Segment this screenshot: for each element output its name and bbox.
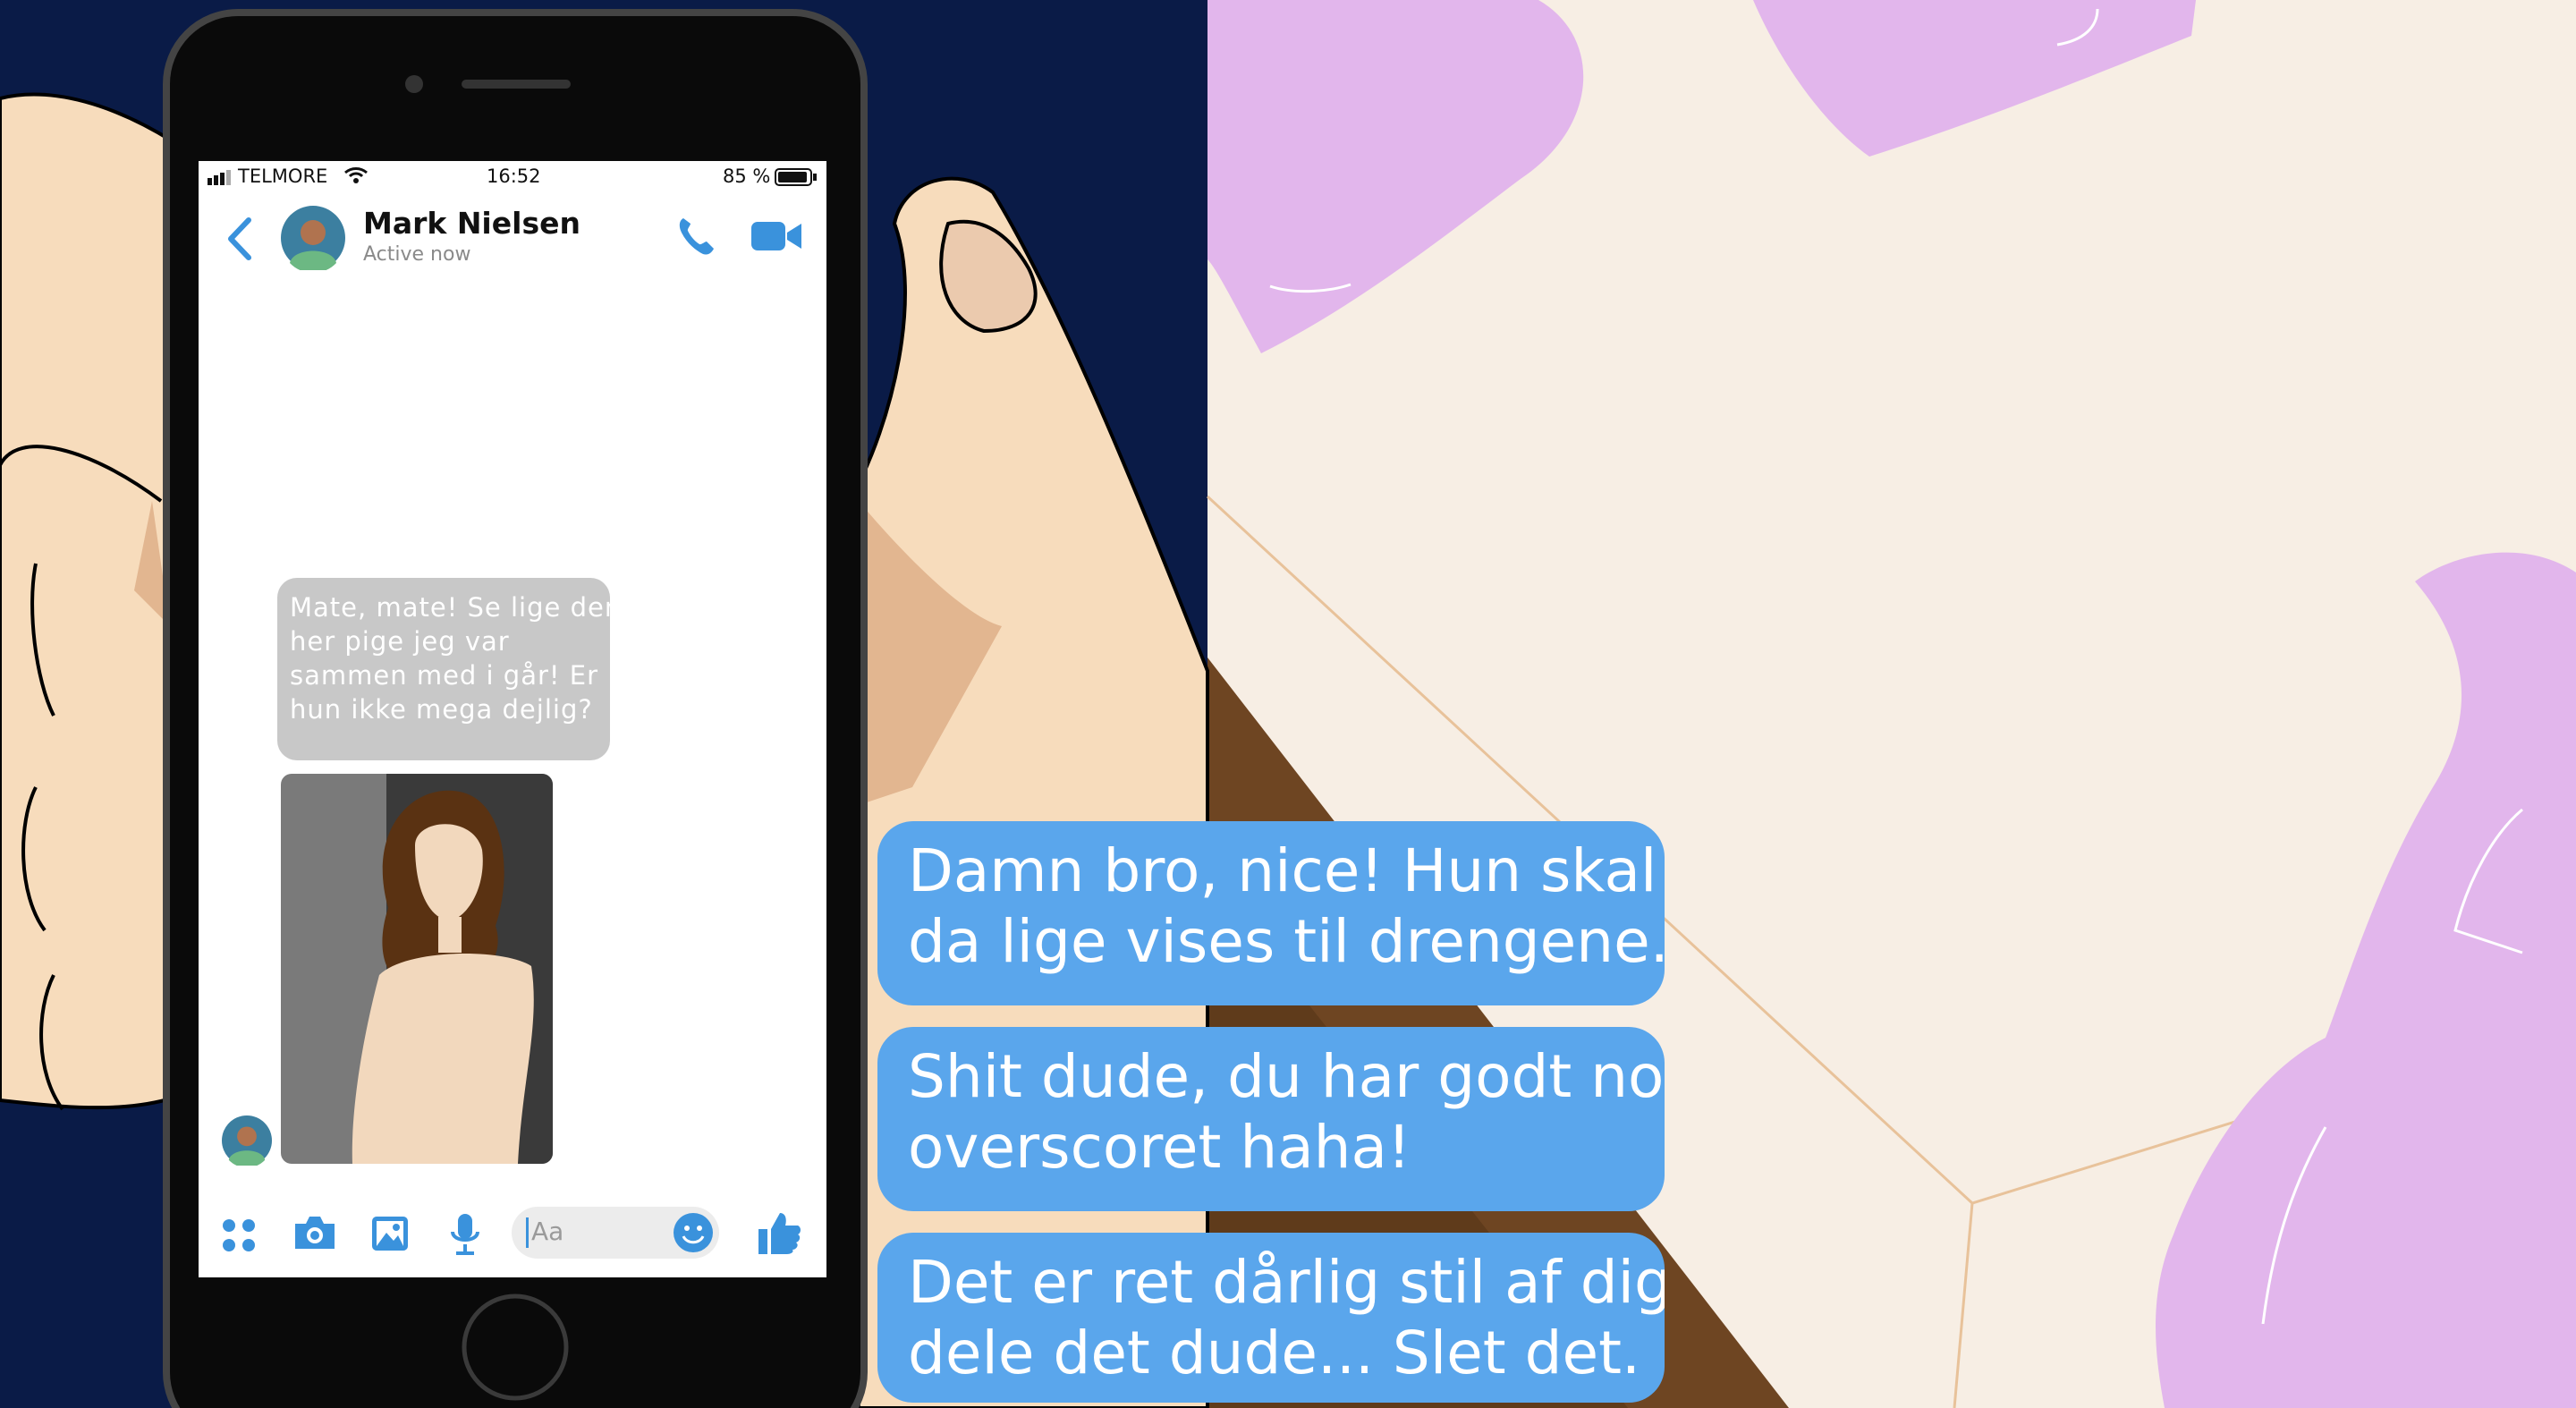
clock: 16:52 — [487, 165, 541, 187]
reply-line: da lige vises til drengene. — [908, 907, 1665, 976]
message-line: her pige jeg var — [290, 626, 510, 657]
image-icon[interactable] — [370, 1215, 410, 1252]
message-line: Mate, mate! Se lige den — [290, 592, 610, 623]
phone-screen: TELMORE 16:52 85 % Mark Nielsen Active n… — [199, 161, 826, 1277]
reply-line: Damn bro, nice! Hun skal — [908, 836, 1657, 905]
thumbs-up-icon[interactable] — [757, 1209, 801, 1256]
battery-icon — [775, 168, 817, 186]
reply-line: dele det dude... Slet det. — [908, 1319, 1640, 1387]
contact-name: Mark Nielsen — [363, 206, 580, 241]
avatar[interactable] — [281, 206, 345, 270]
text-cursor — [526, 1217, 529, 1248]
message-input[interactable]: Aa — [512, 1207, 719, 1259]
message-input-placeholder: Aa — [531, 1217, 564, 1246]
video-camera-icon[interactable] — [751, 218, 803, 254]
camera-icon[interactable] — [292, 1213, 338, 1252]
message-line: sammen med i går! Er — [290, 660, 599, 691]
battery-percent: 85 % — [723, 165, 771, 187]
microphone-icon[interactable] — [449, 1212, 481, 1257]
photo-illustration — [281, 774, 553, 1164]
sender-avatar-small — [222, 1115, 272, 1166]
wifi-icon — [344, 167, 368, 183]
reply-option-2[interactable]: Shit dude, du har godt nok overscoret ha… — [877, 1027, 1665, 1211]
apps-grid-icon[interactable] — [220, 1217, 258, 1254]
reply-line: Det er ret dårlig stil af dig at — [908, 1248, 1665, 1317]
reply-option-1[interactable]: Damn bro, nice! Hun skal da lige vises t… — [877, 821, 1665, 1005]
message-line: hun ikke mega dejlig? — [290, 694, 593, 725]
emoji-icon[interactable] — [673, 1212, 714, 1253]
incoming-message-bubble: Mate, mate! Se lige den her pige jeg var… — [277, 578, 610, 760]
shared-photo[interactable] — [281, 774, 553, 1164]
phone-icon[interactable] — [674, 215, 717, 258]
reply-option-3[interactable]: Det er ret dårlig stil af dig at dele de… — [877, 1233, 1665, 1403]
signal-icon — [208, 170, 231, 185]
status-bar: TELMORE 16:52 85 % — [199, 161, 826, 193]
reply-line: overscoret haha! — [908, 1113, 1411, 1182]
presence-status: Active now — [363, 243, 471, 266]
reply-line: Shit dude, du har godt nok — [908, 1042, 1665, 1111]
carrier-label: TELMORE — [238, 165, 328, 187]
back-chevron-icon[interactable] — [225, 216, 254, 261]
